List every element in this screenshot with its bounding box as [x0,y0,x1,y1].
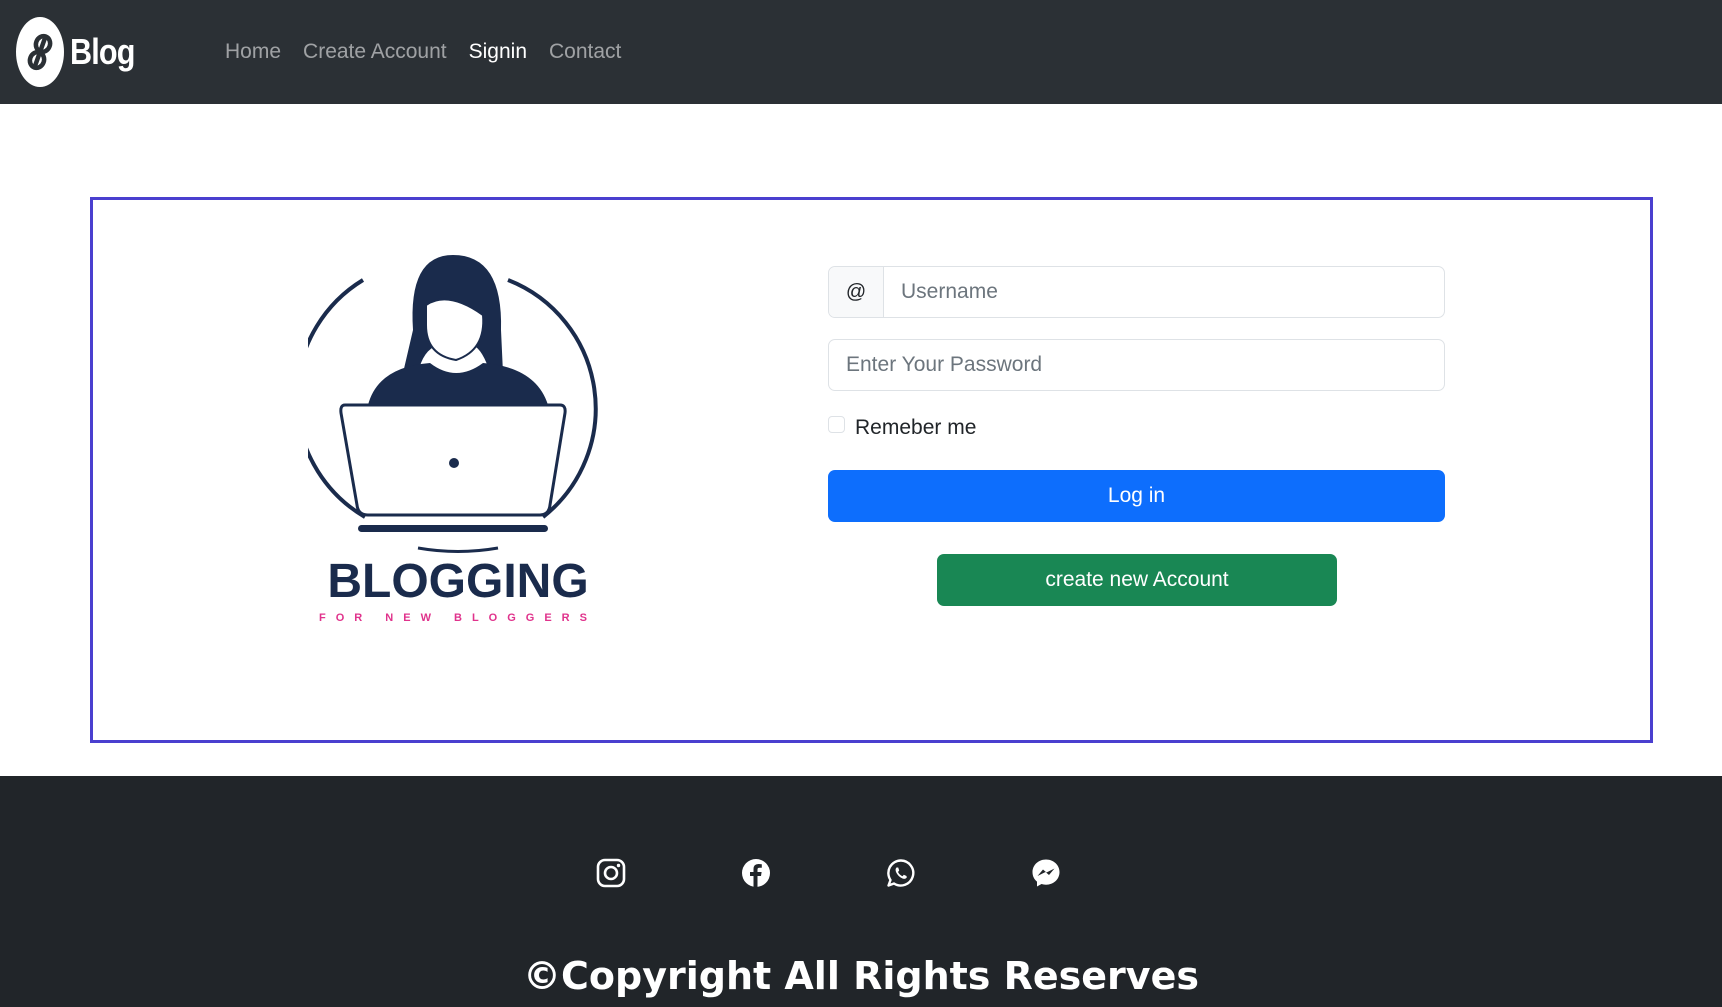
remember-me-row: Remeber me [828,415,976,440]
brand-logo-icon [16,17,64,87]
footer: ©Copyright All Rights Reserves [0,776,1722,1007]
nav-item-signin[interactable]: Signin [469,38,527,66]
copyright-text: ©Copyright All Rights Reserves [523,954,1199,998]
login-button[interactable]: Log in [828,470,1445,522]
at-sign-addon: @ [829,267,884,317]
nav-item-contact[interactable]: Contact [549,38,621,66]
brand-name: Blog [70,31,135,72]
remember-me-label[interactable]: Remeber me [855,416,976,440]
instagram-icon[interactable] [596,858,626,888]
social-links [596,858,1176,888]
illustration-tagline: FOR NEW BLOGGERS [319,612,597,624]
messenger-icon[interactable] [1031,858,1061,888]
whatsapp-icon[interactable] [886,858,916,888]
remember-me-checkbox[interactable] [828,415,845,433]
illustration-title: BLOGGING [327,555,588,608]
blogging-logo-illustration: BLOGGING FOR NEW BLOGGERS [308,255,598,624]
brand[interactable]: Blog [16,17,146,87]
nav-item-create-account[interactable]: Create Account [303,38,447,66]
navbar: Blog Home Create Account Signin Contact [0,0,1722,104]
create-account-button[interactable]: create new Account [937,554,1337,606]
username-input[interactable] [884,267,1444,317]
password-input[interactable] [828,339,1445,391]
nav-menu: Home Create Account Signin Contact [225,38,643,66]
facebook-icon[interactable] [741,858,771,888]
username-input-group: @ [828,266,1445,318]
nav-item-home[interactable]: Home [225,38,281,66]
